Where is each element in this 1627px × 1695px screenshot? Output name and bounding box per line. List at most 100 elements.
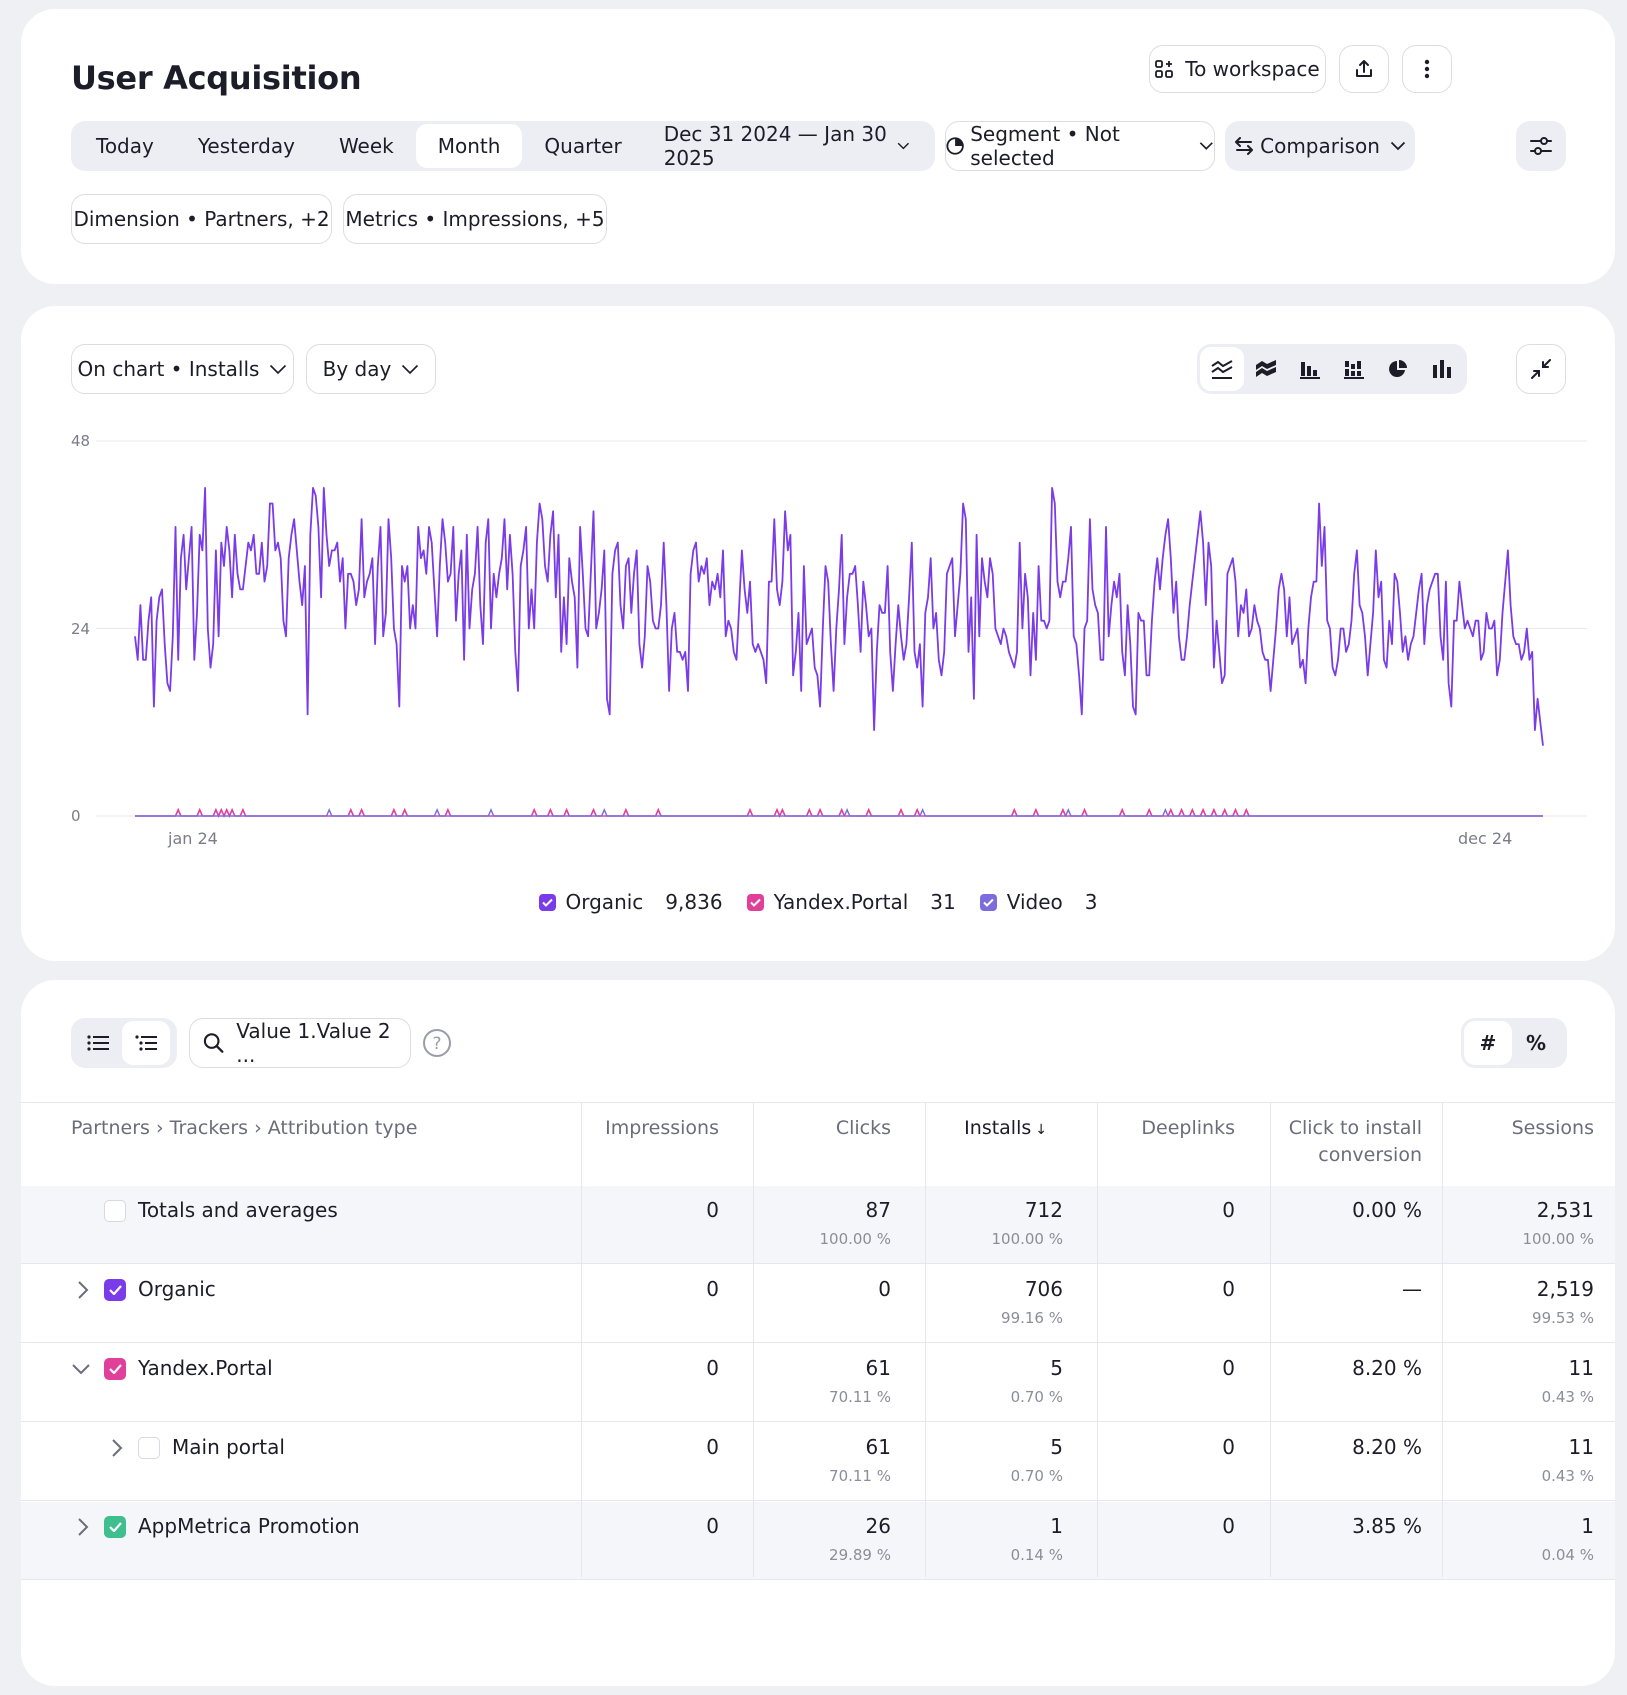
period-month[interactable]: Month [415,124,523,168]
table-search[interactable]: Value 1.Value 2 ... [189,1018,411,1068]
installs-line-chart: 48 24 0 jan 24 dec 24 [71,432,1587,848]
cell-value: 11 [1568,1356,1594,1380]
table-row-appmetrica-promotion: AppMetrica Promotion 0 26 29.89 % 1 0.14 %… [21,1502,1615,1580]
installs-header-label: Installs [964,1117,1032,1139]
cell-conversion: 0.00 % [1352,1198,1422,1222]
cell-deeplinks: 0 [1222,1277,1235,1301]
dimension-dropdown[interactable]: Dimension • Partners, +2 [71,194,332,244]
cell-share: 70.11 % [829,1467,891,1485]
column-divider [1097,1102,1098,1577]
column-header-conversion[interactable]: Click to install conversion [1272,1115,1422,1169]
column-header-deeplinks[interactable]: Deeplinks [1085,1115,1235,1142]
row-label: Organic [138,1277,216,1301]
cell-value: 0 [706,1514,719,1538]
percent-values-button[interactable]: % [1512,1021,1560,1065]
tree-list-icon [135,1035,157,1051]
row-checkbox-checked[interactable] [104,1516,126,1538]
export-button[interactable] [1339,45,1389,93]
help-icon[interactable]: ? [422,1028,452,1058]
date-range-label: Dec 31 2024 — Jan 30 2025 [663,122,887,170]
column-header-installs[interactable]: Installs ↓ [897,1115,1047,1144]
chevron-right-icon[interactable] [105,1436,129,1460]
cell-share: 0.70 % [1010,1467,1063,1485]
search-input[interactable]: Value 1.Value 2 ... [236,1019,410,1067]
column-header-sessions[interactable]: Sessions [1444,1115,1594,1142]
comparison-dropdown[interactable]: Comparison [1225,121,1415,171]
cell-impressions: 0 [706,1277,719,1301]
cell-deeplinks: 0 [1222,1198,1235,1222]
cell-impressions: 0 [706,1514,719,1538]
chevron-down-icon [1200,142,1214,150]
column-divider [925,1102,926,1577]
period-yesterday[interactable]: Yesterday [176,124,317,168]
cell-share: 100.00 % [819,1230,891,1248]
chevron-down-icon [1390,141,1406,151]
row-label: Main portal [172,1435,285,1459]
cell-clicks: 61 70.11 % [829,1356,891,1406]
row-label: Yandex.Portal [138,1356,273,1380]
cell-share: 70.11 % [829,1388,891,1406]
cell-sessions: 2,531 100.00 % [1522,1198,1594,1248]
cell-sessions: 2,519 99.53 % [1532,1277,1594,1327]
cell-conversion: 8.20 % [1352,1356,1422,1380]
checkbox-checked-icon [746,893,764,911]
column-header-clicks[interactable]: Clicks [741,1115,891,1142]
period-today[interactable]: Today [74,124,176,168]
cell-share: 100.00 % [991,1230,1063,1248]
to-workspace-button[interactable]: To workspace [1149,45,1326,93]
cell-installs: 706 99.16 % [1001,1277,1063,1327]
cell-sessions: 1 0.04 % [1542,1514,1594,1564]
chevron-down-icon[interactable] [69,1357,93,1381]
chevron-right-icon[interactable] [71,1278,95,1302]
comparison-label: Comparison [1260,134,1380,158]
series-line-organic [134,486,1544,746]
legend-item-yandex-portal[interactable]: Yandex.Portal 31 [746,890,956,914]
svg-text:?: ? [432,1034,441,1054]
cell-impressions: 0 [706,1435,719,1459]
legend-item-video[interactable]: Video 3 [979,890,1098,914]
x-tick-jan: jan 24 [167,829,218,848]
cell-installs: 5 0.70 % [1011,1356,1063,1406]
filter-settings-button[interactable] [1516,121,1566,171]
cell-value: 0 [1222,1198,1235,1222]
row-checkbox[interactable] [138,1437,160,1459]
list-icon [87,1035,109,1051]
sliders-icon [1530,137,1552,155]
column-divider [753,1102,754,1577]
metrics-dropdown[interactable]: Metrics • Impressions, +5 [343,194,607,244]
cell-value: 0 [1222,1435,1235,1459]
view-mode-toggle [71,1018,177,1068]
legend-label: Organic [565,890,644,914]
cell-share: 100.00 % [1522,1230,1594,1248]
workspace-icon [1155,60,1174,78]
cell-installs: 712 100.00 % [991,1198,1063,1248]
chevron-right-icon[interactable] [71,1515,95,1539]
period-week[interactable]: Week [317,124,416,168]
tree-view-button[interactable] [122,1021,170,1065]
cell-value: 5 [1050,1435,1063,1459]
period-quarter[interactable]: Quarter [522,124,643,168]
row-checkbox-checked[interactable] [104,1358,126,1380]
more-menu-button[interactable] [1402,45,1452,93]
flat-list-view-button[interactable] [74,1021,122,1065]
report-header-card: User Acquisition To workspace Today Yest… [21,9,1615,284]
segment-dropdown[interactable]: Segment • Not selected [945,121,1215,171]
x-tick-dec: dec 24 [1458,829,1512,848]
dimension-column-header[interactable]: Partners › Trackers › Attribution type [71,1115,417,1142]
chevron-down-icon [897,142,910,150]
absolute-values-button[interactable]: # [1464,1021,1512,1065]
legend-total: 31 [930,890,956,914]
cell-clicks: 0 [878,1277,891,1301]
legend-label: Yandex.Portal [773,890,909,914]
cell-value: 61 [865,1435,891,1459]
row-checkbox[interactable] [104,1200,126,1222]
date-range-picker[interactable]: Dec 31 2024 — Jan 30 2025 [644,122,932,170]
row-checkbox-checked[interactable] [104,1279,126,1301]
row-label: AppMetrica Promotion [138,1514,360,1538]
cell-impressions: 0 [706,1198,719,1222]
legend-item-organic[interactable]: Organic 9,836 [538,890,723,914]
cell-deeplinks: 0 [1222,1435,1235,1459]
segment-label: Segment • Not selected [970,122,1120,170]
column-header-impressions[interactable]: Impressions [569,1115,719,1142]
cell-share: 0.04 % [1541,1546,1594,1564]
